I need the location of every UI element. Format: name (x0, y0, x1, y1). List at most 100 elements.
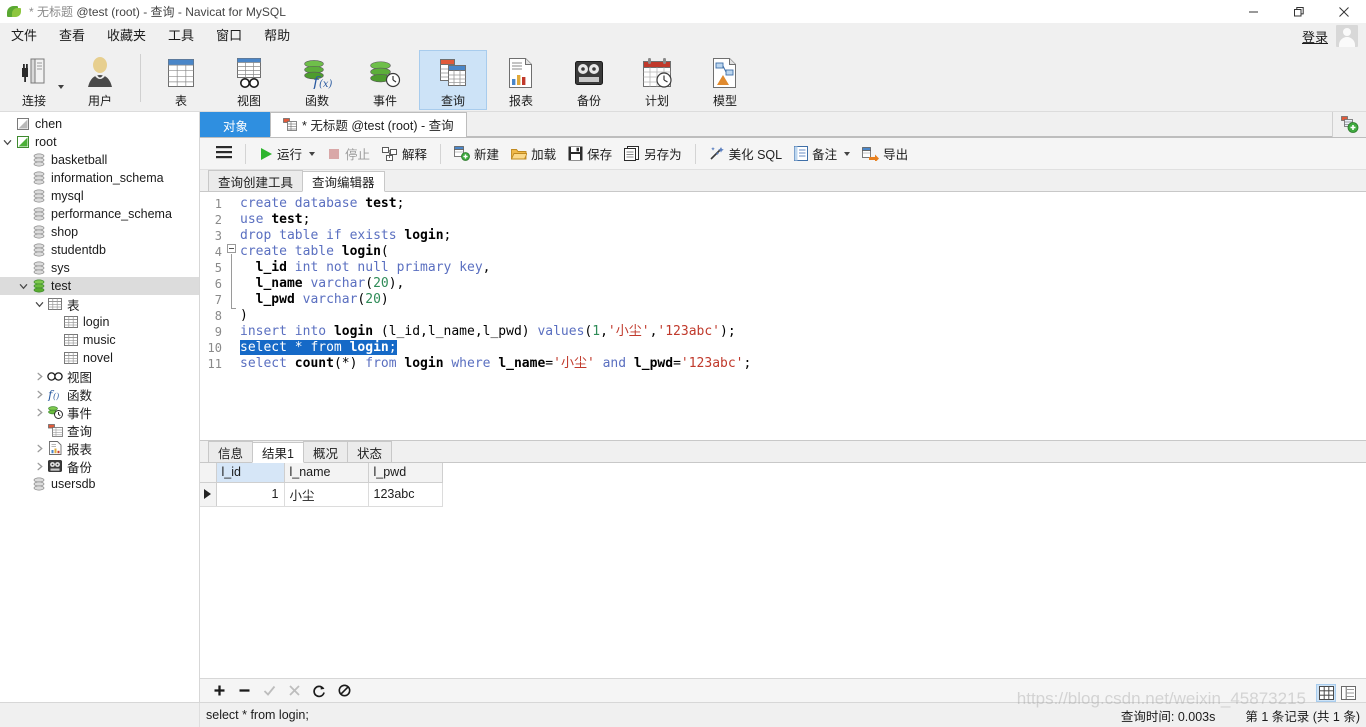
chevron-right-icon[interactable] (32, 390, 46, 399)
tree-item-login[interactable]: login (0, 313, 199, 331)
tree-item-information_schema[interactable]: information_schema (0, 169, 199, 187)
grid-column-header[interactable]: l_id (216, 463, 285, 483)
result-grid[interactable]: l_id l_name l_pwd 1 小尘 123abc (200, 463, 443, 507)
tree-item-studentdb[interactable]: studentdb (0, 241, 199, 259)
code-line[interactable]: l_pwd varchar(20) (240, 292, 1366, 308)
grid-corner-cell[interactable] (200, 463, 217, 483)
toolbar-button-view[interactable]: 视图 (215, 50, 283, 110)
navigation-pane[interactable]: chen root basketball information_schema mysq… (0, 112, 200, 702)
chevron-right-icon[interactable] (32, 372, 46, 381)
menu-file[interactable]: 文件 (0, 23, 48, 49)
query-button-save[interactable]: 保存 (562, 141, 618, 167)
code-line[interactable]: select count(*) from login where l_name=… (240, 356, 1366, 372)
code-line[interactable]: l_id int not null primary key, (240, 260, 1366, 276)
minimize-button[interactable] (1231, 0, 1276, 23)
chevron-down-icon[interactable] (309, 151, 316, 156)
stop-button[interactable] (333, 681, 355, 701)
tree-item-performance_schema[interactable]: performance_schema (0, 205, 199, 223)
tree-item-chen[interactable]: chen (0, 115, 199, 133)
grid-column-header[interactable]: l_pwd (368, 463, 443, 483)
tree-item-mysql[interactable]: mysql (0, 187, 199, 205)
grid-column-header[interactable]: l_name (284, 463, 369, 483)
row-indicator[interactable] (200, 482, 217, 507)
code-line[interactable]: create table login( (240, 244, 1366, 260)
delete-record-button[interactable] (233, 681, 255, 701)
query-button-beautify[interactable]: 美化 SQL (703, 141, 789, 167)
tree-item-basketball[interactable]: basketball (0, 151, 199, 169)
new-query-button[interactable] (1332, 112, 1366, 137)
code-line[interactable]: drop table if exists login; (240, 228, 1366, 244)
code-line[interactable]: use test; (240, 212, 1366, 228)
code-line[interactable]: select * from login; (240, 340, 1366, 356)
fold-margin[interactable] (226, 192, 240, 440)
tree-item-shop[interactable]: shop (0, 223, 199, 241)
grid-cell[interactable]: 123abc (368, 482, 443, 507)
query-button-load[interactable]: 加载 (505, 141, 562, 167)
refresh-button[interactable] (308, 681, 330, 701)
menu-help[interactable]: 帮助 (253, 23, 301, 49)
toolbar-button-model[interactable]: 模型 (691, 50, 759, 110)
toolbar-button-backup[interactable]: 备份 (555, 50, 623, 110)
tab-objects[interactable]: 对象 (200, 112, 272, 137)
tree-item-[interactable]: 备份 (0, 457, 199, 475)
chevron-down-icon[interactable] (16, 282, 30, 291)
tree-item-usersdb[interactable]: usersdb (0, 475, 199, 493)
close-button[interactable] (1321, 0, 1366, 23)
toolbar-button-user[interactable]: 用户 (66, 50, 134, 110)
sql-code-area[interactable]: create database test; use test; drop table… (240, 192, 1366, 440)
result-tab-2[interactable]: 概况 (302, 441, 348, 462)
code-line[interactable]: insert into login (l_id,l_name,l_pwd) va… (240, 324, 1366, 340)
tree-item-[interactable]: 事件 (0, 403, 199, 421)
result-tab-1[interactable]: 结果1 (252, 442, 304, 463)
chevron-down-icon[interactable] (32, 300, 46, 309)
tree-item-test[interactable]: test (0, 277, 199, 295)
code-line[interactable]: create database test; (240, 196, 1366, 212)
result-grid-wrap[interactable]: l_id l_name l_pwd 1 小尘 123abc (200, 463, 1366, 678)
menu-window[interactable]: 窗口 (205, 23, 253, 49)
tree-item-novel[interactable]: novel (0, 349, 199, 367)
query-button-comment[interactable]: 备注 (788, 141, 856, 167)
toolbar-button-schedule[interactable]: 计划 (623, 50, 691, 110)
chevron-right-icon[interactable] (32, 462, 46, 471)
chevron-down-icon[interactable] (0, 138, 14, 147)
tree-item-[interactable]: 视图 (0, 367, 199, 385)
editor-tab-query-editor[interactable]: 查询编辑器 (302, 171, 385, 192)
table-row[interactable]: 1 小尘 123abc (200, 482, 443, 507)
grid-cell[interactable]: 1 (216, 482, 285, 507)
avatar[interactable] (1336, 25, 1358, 47)
tree-item-music[interactable]: music (0, 331, 199, 349)
query-button-export[interactable]: 导出 (856, 141, 914, 167)
code-line[interactable]: l_name varchar(20), (240, 276, 1366, 292)
tab-query[interactable]: * 无标题 @test (root) - 查询 (270, 112, 467, 137)
toolbar-button-query[interactable]: 查询 (419, 50, 487, 110)
result-tab-3[interactable]: 状态 (346, 441, 392, 462)
menu-favorites[interactable]: 收藏夹 (96, 23, 157, 49)
login-link[interactable]: 登录 (1302, 27, 1328, 46)
result-tab-0[interactable]: 信息 (208, 441, 254, 462)
chevron-right-icon[interactable] (32, 444, 46, 453)
menu-view[interactable]: 查看 (48, 23, 96, 49)
code-line[interactable]: ) (240, 308, 1366, 324)
editor-tab-query-builder[interactable]: 查询创建工具 (208, 170, 304, 191)
menu-tools[interactable]: 工具 (157, 23, 205, 49)
toolbar-button-report[interactable]: 报表 (487, 50, 555, 110)
tree-item-[interactable]: 报表 (0, 439, 199, 457)
chevron-down-icon[interactable] (844, 151, 851, 156)
toolbar-button-event[interactable]: 事件 (351, 50, 419, 110)
query-button-explain[interactable]: 解释 (376, 141, 433, 167)
connection-dropdown-caret-icon[interactable] (58, 84, 64, 89)
form-view-button[interactable] (1338, 684, 1358, 702)
tree-item-root[interactable]: root (0, 133, 199, 151)
toolbar-button-function[interactable]: f (x) 函数 (283, 50, 351, 110)
toolbar-button-table[interactable]: 表 (147, 50, 215, 110)
query-button-play[interactable]: 运行 (253, 141, 321, 167)
tree-item-[interactable]: 表 (0, 295, 199, 313)
grid-view-button[interactable] (1316, 684, 1336, 702)
tree-item-sys[interactable]: sys (0, 259, 199, 277)
sql-editor[interactable]: 1 2 3 4 5 6 7 8 9 10 11 create database test; use t… (200, 192, 1366, 440)
query-menu-button[interactable] (210, 141, 238, 167)
chevron-right-icon[interactable] (32, 408, 46, 417)
tree-item-[interactable]: 查询 (0, 421, 199, 439)
toolbar-button-connection[interactable]: 连接 (0, 50, 68, 110)
query-button-new[interactable]: 新建 (448, 141, 505, 167)
